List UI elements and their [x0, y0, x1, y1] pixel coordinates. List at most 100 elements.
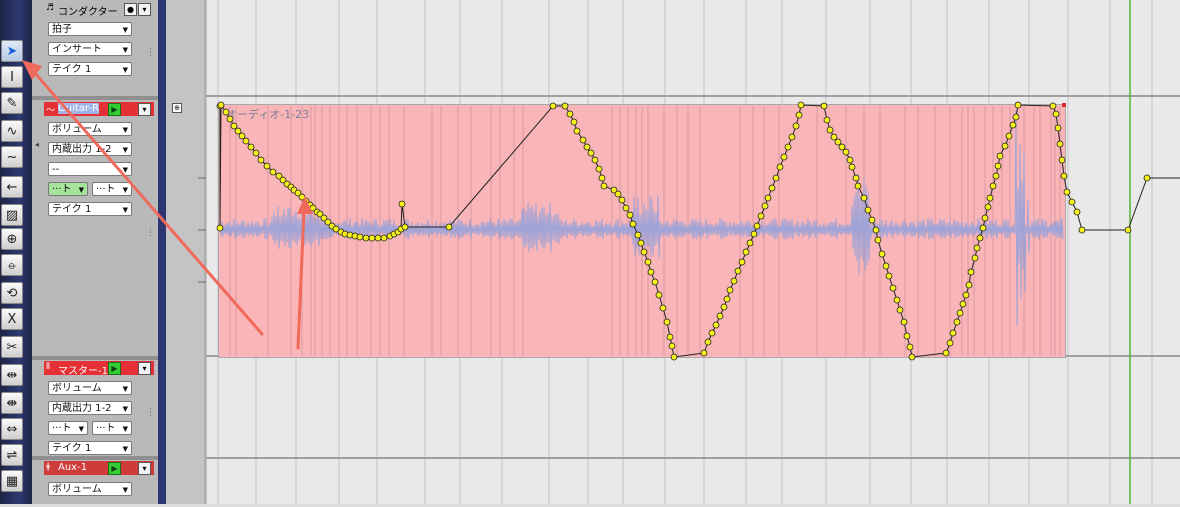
automation-point[interactable] [854, 182, 862, 190]
automation-point[interactable] [1058, 156, 1066, 164]
master-send-b-select[interactable]: ···ト ▼ [92, 421, 132, 435]
automation-point[interactable] [956, 309, 964, 317]
automation-point[interactable] [834, 138, 842, 146]
track-menu-button[interactable]: ▾ [138, 103, 151, 116]
automation-point[interactable] [263, 162, 271, 170]
automation-point[interactable] [965, 281, 973, 289]
automation-point[interactable] [637, 239, 645, 247]
automation-point[interactable] [900, 318, 908, 326]
automation-point[interactable] [1063, 188, 1071, 196]
automation-point[interactable] [668, 342, 676, 350]
automation-point[interactable] [252, 149, 260, 157]
grid-tool-icon[interactable]: ▦ [1, 470, 23, 492]
automation-point[interactable] [579, 136, 587, 144]
automation-point[interactable] [670, 353, 678, 361]
automation-point[interactable] [742, 248, 750, 256]
automation-point[interactable] [906, 343, 914, 351]
automation-point[interactable] [848, 163, 856, 171]
automation-point[interactable] [640, 248, 648, 256]
automation-point[interactable] [362, 234, 370, 242]
automation-point[interactable] [820, 102, 828, 110]
region-end-marker[interactable] [1062, 103, 1066, 107]
automation-point[interactable] [830, 133, 838, 141]
automation-point[interactable] [598, 174, 606, 182]
automation-point[interactable] [868, 216, 876, 224]
automation-point[interactable] [217, 101, 225, 109]
automation-point[interactable] [738, 258, 746, 266]
automation-point[interactable] [570, 118, 578, 126]
record-enable-button[interactable]: ● [124, 3, 137, 16]
automation-point[interactable] [720, 303, 728, 311]
automation-point[interactable] [230, 122, 238, 130]
arrow-left-tool-icon[interactable]: ← [1, 176, 23, 198]
automation-point[interactable] [761, 202, 769, 210]
track-menu-button[interactable]: ▾ [138, 3, 151, 16]
automation-point[interactable] [823, 116, 831, 124]
delete-tool-icon[interactable]: X [1, 308, 23, 330]
automation-point[interactable] [860, 194, 868, 202]
conductor-insert-select[interactable]: インサート ▼ [48, 42, 132, 56]
resize-grip-icon[interactable]: ⋮⋮ [146, 229, 164, 244]
automation-point[interactable] [746, 239, 754, 247]
automation-point[interactable] [962, 291, 970, 299]
automation-point[interactable] [953, 318, 961, 326]
automation-point[interactable] [269, 168, 277, 176]
automation-point[interactable] [1052, 110, 1060, 118]
automation-point[interactable] [949, 329, 957, 337]
automation-point[interactable] [946, 339, 954, 347]
guitar-track-title[interactable]: 〜 Guitar-R ▶ ▾ [44, 102, 154, 116]
pencil-tool-icon[interactable]: ✎ [1, 92, 23, 114]
arrange-area[interactable]: オーディオ-1-23 [206, 0, 1180, 504]
guitar-send-b-select[interactable]: ···ト ▼ [92, 182, 132, 196]
automation-point[interactable] [896, 306, 904, 314]
automation-point[interactable] [826, 126, 834, 134]
automation-point[interactable] [878, 250, 886, 258]
automation-point[interactable] [708, 329, 716, 337]
zoom-icon[interactable]: ⊕ [172, 103, 182, 113]
automation-point[interactable] [573, 127, 581, 135]
pointer-tool-icon[interactable]: ➤ [1, 40, 23, 62]
loop-tool-icon[interactable]: ⟲ [1, 282, 23, 304]
guitar-send-a-select[interactable]: ···ト ▼ [48, 182, 88, 196]
automation-point[interactable] [618, 196, 626, 204]
automation-point[interactable] [1068, 198, 1076, 206]
automation-point[interactable] [846, 156, 854, 164]
automation-point[interactable] [626, 211, 634, 219]
master-send-a-select[interactable]: ···ト ▼ [48, 421, 88, 435]
resize-tool-icon[interactable]: ⇔ [1, 418, 23, 440]
automation-point[interactable] [655, 291, 663, 299]
conductor-time-signature-select[interactable]: 拍子 ▼ [48, 22, 132, 36]
automation-point[interactable] [704, 338, 712, 346]
guitar-take-select[interactable]: テイク 1 ▼ [48, 202, 132, 216]
automation-point[interactable] [1001, 142, 1009, 150]
track-menu-button[interactable]: ▾ [138, 462, 151, 475]
automation-point[interactable] [726, 286, 734, 294]
automation-point[interactable] [587, 149, 595, 157]
master-take-select[interactable]: テイク 1 ▼ [48, 441, 132, 455]
automation-point[interactable] [874, 236, 882, 244]
automation-point[interactable] [1060, 172, 1068, 180]
automation-point[interactable] [583, 143, 591, 151]
play-button[interactable]: ▶ [108, 462, 121, 475]
automation-point[interactable] [994, 162, 1002, 170]
automation-point[interactable] [716, 312, 724, 320]
conductor-track-title[interactable]: ♬ コンダクター ● ▾ [44, 2, 154, 18]
automation-point[interactable] [842, 148, 850, 156]
automation-point[interactable] [1143, 174, 1151, 182]
automation-point[interactable] [723, 295, 731, 303]
time-stretch-tool-icon[interactable]: ⇼ [1, 392, 23, 414]
zoom-tool-icon[interactable]: ⊕ [1, 228, 23, 250]
automation-point[interactable] [979, 224, 987, 232]
automation-point[interactable] [595, 165, 603, 173]
automation-point[interactable] [247, 143, 255, 151]
automation-point[interactable] [222, 108, 230, 116]
master-output-select[interactable]: 内蔵出力 1-2 ▼ [48, 401, 132, 415]
automation-point[interactable] [1124, 226, 1132, 234]
automation-point[interactable] [992, 172, 1000, 180]
play-button[interactable]: ▶ [108, 362, 121, 375]
automation-point[interactable] [882, 262, 890, 270]
curve-tool-icon[interactable]: ~ [1, 146, 23, 168]
merge-tool-icon[interactable]: ⇌ [1, 444, 23, 466]
automation-point[interactable] [959, 300, 967, 308]
automation-point[interactable] [780, 153, 788, 161]
